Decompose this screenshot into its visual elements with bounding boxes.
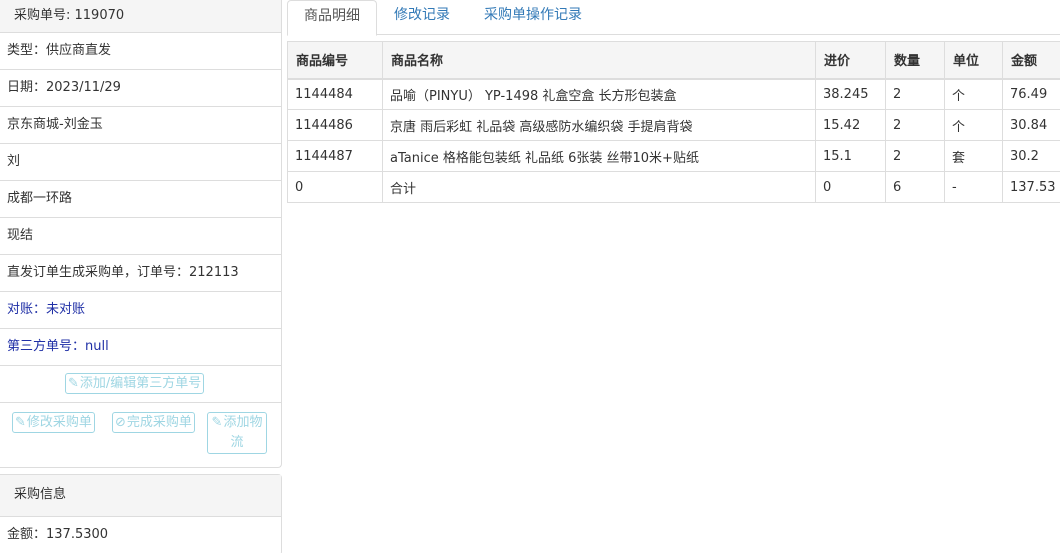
order-note: 直发订单生成采购单，订单号：212113	[0, 255, 281, 292]
order-type: 类型：供应商直发	[0, 33, 281, 70]
cell-unit: 个	[944, 78, 1003, 110]
add-third-party-button[interactable]: ✎添加/编辑第三方单号	[65, 373, 205, 394]
reconcile-label: 对账：	[7, 302, 47, 317]
add-logistics-button[interactable]: ✎添加物流	[207, 412, 267, 454]
cell-product-code: 1144484	[287, 78, 383, 110]
third-party-number: 第三方单号：null	[0, 329, 281, 366]
edit-icon: ✎	[211, 415, 223, 430]
order-panel: 采购单号: 119070 类型：供应商直发 日期：2023/11/29 京东商城…	[0, 0, 282, 468]
table-row: 1144486 京唐 雨后彩虹 礼品袋 高级感防水编织袋 手提肩背袋 15.42…	[287, 109, 1060, 141]
modify-order-label: 修改采购单	[26, 415, 92, 430]
tab-operation-log[interactable]: 采购单操作记录	[484, 0, 582, 35]
left-column: 采购单号: 119070 类型：供应商直发 日期：2023/11/29 京东商城…	[0, 0, 282, 553]
product-table: 商品编号 商品名称 进价 数量 单位 金额 1144484 品喻（PINYU） …	[287, 41, 1060, 203]
cell-product-name: 京唐 雨后彩虹 礼品袋 高级感防水编织袋 手提肩背袋	[382, 109, 816, 141]
header-price: 进价	[815, 41, 886, 80]
order-number-heading: 采购单号: 119070	[0, 0, 281, 33]
cell-quantity: 2	[885, 109, 945, 141]
cell-product-name: 品喻（PINYU） YP-1498 礼盒空盒 长方形包装盒	[382, 78, 816, 110]
cell-unit: 个	[944, 109, 1003, 141]
cell-product-name: aTanice 格格能包装纸 礼品纸 6张装 丝带10米+贴纸	[382, 140, 816, 172]
header-product-code: 商品编号	[287, 41, 383, 80]
order-contact: 刘	[0, 144, 281, 181]
header-unit: 单位	[944, 41, 1003, 80]
cell-amount: 137.53	[1002, 171, 1060, 203]
order-store: 京东商城-刘金玉	[0, 107, 281, 144]
table-row: 1144487 aTanice 格格能包装纸 礼品纸 6张装 丝带10米+贴纸 …	[287, 140, 1060, 172]
cell-quantity: 6	[885, 171, 945, 203]
purchase-amount: 金额：137.5300	[7, 527, 109, 542]
reconcile-value: 未对账	[46, 302, 86, 317]
cell-unit: -	[944, 171, 1003, 203]
reconcile-status: 对账：未对账	[0, 292, 281, 329]
complete-order-button[interactable]: ⊘完成采购单	[112, 412, 195, 433]
cell-amount: 30.84	[1002, 109, 1060, 141]
add-third-party-label: 添加/编辑第三方单号	[79, 376, 202, 391]
cell-unit: 套	[944, 140, 1003, 172]
check-circle-icon: ⊘	[115, 415, 126, 430]
order-date: 日期：2023/11/29	[0, 70, 281, 107]
third-party-action-row: ✎添加/编辑第三方单号	[0, 366, 281, 403]
cell-product-name: 合计	[382, 171, 816, 203]
cell-price: 15.1	[815, 140, 886, 172]
cell-amount: 76.49	[1002, 78, 1060, 110]
cell-quantity: 2	[885, 78, 945, 110]
order-action-row: ✎修改采购单 ⊘完成采购单 ✎添加物流	[0, 403, 281, 461]
order-address: 成都一环路	[0, 181, 281, 218]
order-payment: 现结	[0, 218, 281, 255]
table-total-row: 0 合计 0 6 - 137.53	[287, 171, 1060, 203]
third-party-value: null	[85, 339, 109, 354]
modify-order-button[interactable]: ✎修改采购单	[12, 412, 95, 433]
purchase-order-page: 采购单号: 119070 类型：供应商直发 日期：2023/11/29 京东商城…	[0, 0, 1060, 553]
tab-product-details[interactable]: 商品明细	[287, 0, 377, 36]
cell-price: 0	[815, 171, 886, 203]
third-party-label: 第三方单号：	[7, 339, 86, 354]
edit-icon: ✎	[15, 415, 26, 430]
purchase-info-heading: 采购信息	[0, 475, 281, 517]
cell-product-code: 1144486	[287, 109, 383, 141]
add-logistics-label: 添加物流	[223, 415, 263, 450]
cell-amount: 30.2	[1002, 140, 1060, 172]
table-header-row: 商品编号 商品名称 进价 数量 单位 金额	[287, 41, 1060, 80]
header-product-name: 商品名称	[382, 41, 816, 80]
tab-bar: 商品明细 修改记录 采购单操作记录	[287, 0, 1060, 36]
table-row: 1144484 品喻（PINYU） YP-1498 礼盒空盒 长方形包装盒 38…	[287, 78, 1060, 110]
cell-product-code: 1144487	[287, 140, 383, 172]
tab-modify-history[interactable]: 修改记录	[394, 0, 450, 35]
header-quantity: 数量	[885, 41, 945, 80]
right-column: 商品明细 修改记录 采购单操作记录 商品编号 商品名称 进价 数量 单位 金额 …	[287, 0, 1060, 203]
header-amount: 金额	[1002, 41, 1060, 80]
purchase-info-panel: 采购信息 金额：137.5300	[0, 474, 282, 553]
cell-quantity: 2	[885, 140, 945, 172]
cell-product-code: 0	[287, 171, 383, 203]
edit-icon: ✎	[68, 376, 79, 391]
cell-price: 38.245	[815, 78, 886, 110]
cell-price: 15.42	[815, 109, 886, 141]
complete-order-label: 完成采购单	[126, 415, 192, 430]
